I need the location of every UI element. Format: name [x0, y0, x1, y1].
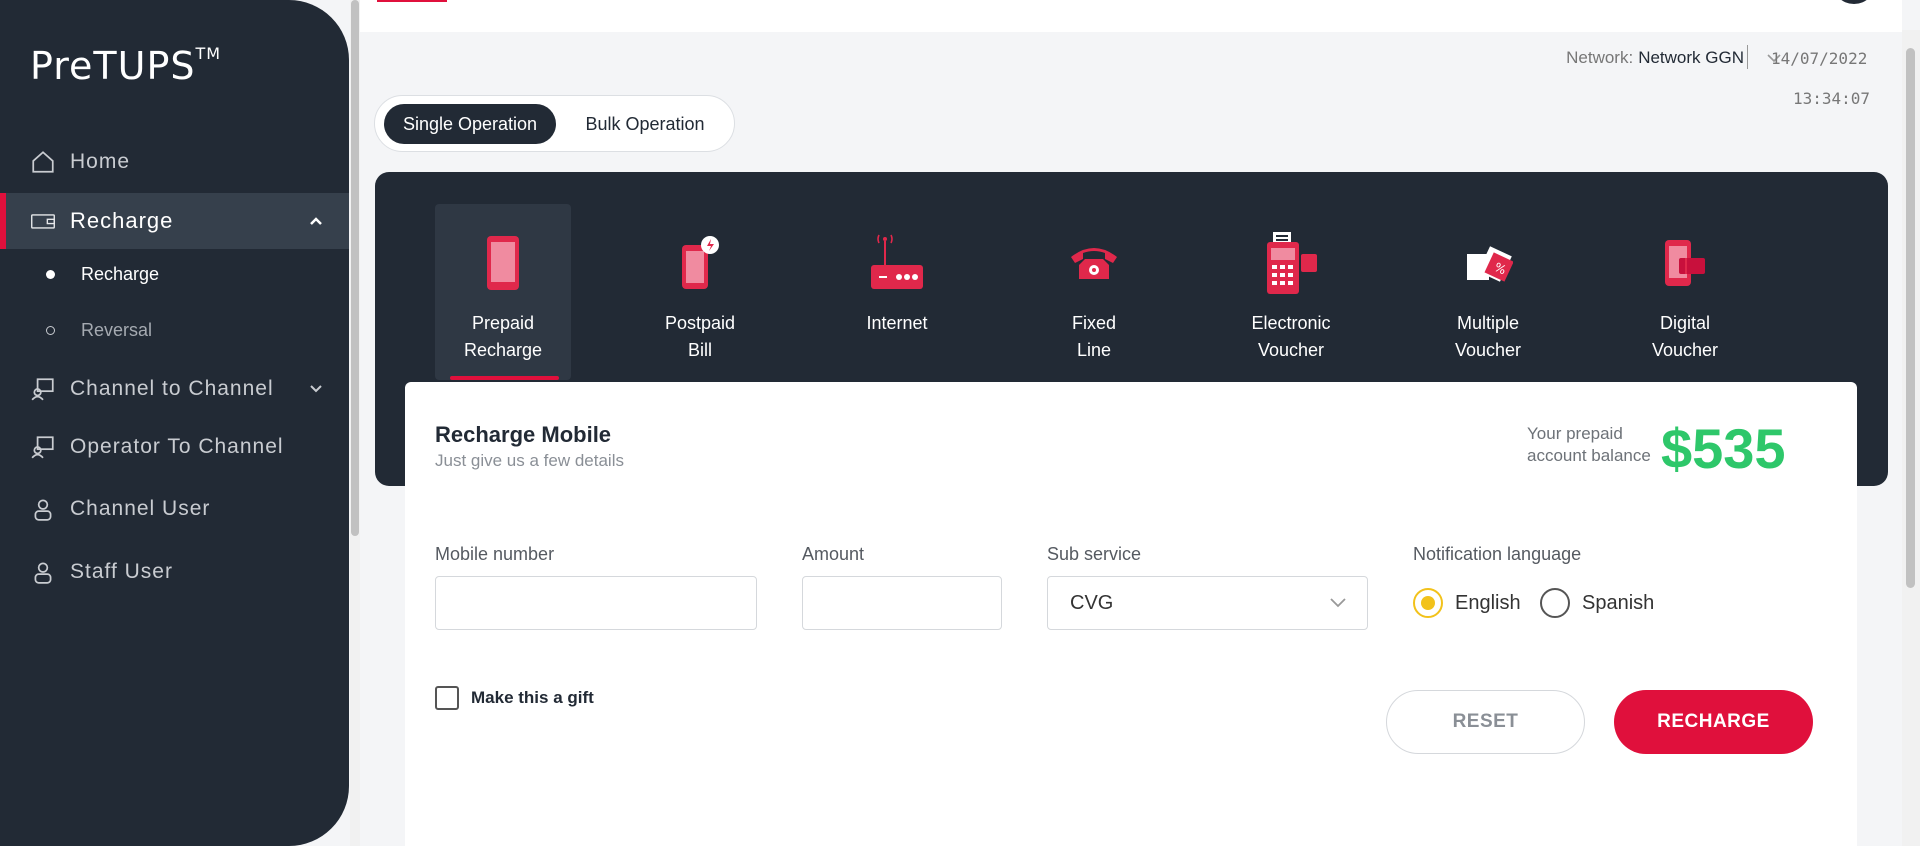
sub-service-label: Sub service — [1047, 544, 1142, 564]
radio-selected-icon — [1413, 588, 1443, 618]
sidebar-item-label: Home — [70, 150, 131, 173]
reset-button[interactable]: RESET — [1386, 690, 1585, 754]
sidebar-item-staff-user[interactable]: Staff User — [0, 545, 349, 599]
scrollbar-thumb[interactable] — [351, 0, 359, 536]
sidebar-item-label: Channel to Channel — [70, 377, 274, 400]
recharge-button[interactable]: RECHARGE — [1614, 690, 1813, 754]
chevron-down-icon[interactable] — [309, 381, 323, 397]
network-selector[interactable]: Network: Network GGN — [1566, 48, 1782, 68]
transfer-icon — [30, 376, 56, 402]
chevron-up-icon[interactable] — [309, 213, 323, 229]
radio-unselected-icon — [1540, 588, 1570, 618]
balance-value: $535 — [1661, 417, 1786, 480]
date-display: 14/07/2022 — [1771, 49, 1868, 68]
single-operation-tab[interactable]: Single Operation — [384, 104, 556, 144]
sidebar-item-operator-to-channel[interactable]: Operator To Channel — [0, 420, 349, 474]
service-internet[interactable]: Internet — [829, 204, 965, 380]
notification-language-label: Notification language — [1413, 544, 1582, 564]
transfer-icon — [30, 434, 56, 460]
wallet-icon — [30, 208, 56, 234]
checkbox-icon[interactable] — [435, 686, 459, 710]
time-display: 13:34:07 — [1793, 89, 1871, 108]
radio-spanish[interactable]: Spanish — [1540, 588, 1654, 618]
service-electronic-voucher[interactable]: Electronic Voucher — [1223, 204, 1359, 380]
submenu-label: Reversal — [81, 320, 153, 340]
sidebar: PreTUPSTM Home Recharge Recharge Reversa… — [0, 0, 349, 846]
sidebar-item-label: Operator To Channel — [70, 435, 284, 458]
page-scrollbar[interactable] — [1902, 30, 1920, 846]
amount-input[interactable] — [802, 576, 1002, 630]
vouchers-icon: % — [1420, 228, 1556, 298]
user-icon — [30, 496, 56, 522]
form-subtitle: Just give us a few details — [435, 451, 624, 470]
router-icon — [829, 228, 965, 298]
sidebar-item-channel-to-channel[interactable]: Channel to Channel — [0, 362, 349, 416]
network-label: Network: — [1566, 48, 1634, 67]
home-icon — [30, 149, 56, 175]
sidebar-scrollbar[interactable] — [350, 0, 360, 846]
mobile-number-input[interactable] — [435, 576, 757, 630]
telephone-icon — [1026, 228, 1162, 298]
service-label: Internet — [866, 313, 928, 333]
gift-label: Make this a gift — [471, 688, 594, 707]
service-fixed-line[interactable]: Fixed Line — [1026, 204, 1162, 380]
selected-dot-icon — [46, 270, 55, 279]
top-bar — [360, 0, 1902, 32]
form-title: Recharge Mobile — [435, 422, 612, 447]
mobile-number-label: Mobile number — [435, 544, 555, 564]
mobile-bill-icon — [632, 228, 768, 298]
recharge-form-card: Recharge Mobile Just give us a few detai… — [405, 382, 1857, 846]
active-underline — [450, 376, 559, 380]
divider — [1747, 45, 1748, 69]
scrollbar-thumb[interactable] — [1906, 48, 1915, 588]
service-prepaid-recharge[interactable]: Prepaid Recharge — [435, 204, 571, 380]
digital-voucher-icon — [1617, 228, 1753, 298]
sub-service-value: CVG — [1070, 591, 1114, 614]
balance-label: Your prepaid account balance — [1527, 424, 1651, 465]
user-icon — [30, 559, 56, 585]
radio-label: Spanish — [1582, 591, 1655, 614]
bulk-operation-tab[interactable]: Bulk Operation — [565, 104, 725, 144]
service-label: Fixed Line — [1071, 313, 1116, 360]
sidebar-item-label: Channel User — [70, 497, 211, 520]
mobile-phone-icon — [435, 228, 571, 298]
pos-terminal-icon — [1223, 228, 1359, 298]
service-postpaid-bill[interactable]: Postpaid Bill — [632, 204, 768, 380]
amount-label: Amount — [802, 544, 865, 564]
radio-english[interactable]: English — [1413, 588, 1521, 618]
active-indicator — [377, 0, 447, 2]
submenu-label: Recharge — [81, 264, 160, 284]
service-label: Postpaid Bill — [664, 313, 736, 360]
radio-label: English — [1455, 591, 1521, 614]
submenu-item-reversal[interactable]: Reversal — [46, 320, 152, 341]
sidebar-item-label: Recharge — [70, 208, 174, 233]
operation-toggle: Single Operation Bulk Operation — [374, 95, 735, 152]
sidebar-item-label: Staff User — [70, 560, 173, 583]
service-digital-voucher[interactable]: Digital Voucher — [1617, 204, 1753, 380]
service-label: Electronic Voucher — [1251, 313, 1331, 360]
service-label: Prepaid Recharge — [463, 313, 543, 360]
service-label: Multiple Voucher — [1454, 313, 1522, 360]
chevron-down-icon — [1329, 591, 1347, 621]
service-label: Digital Voucher — [1651, 313, 1719, 360]
sidebar-item-home[interactable]: Home — [0, 135, 349, 189]
sub-service-select[interactable]: CVG — [1047, 576, 1368, 630]
gift-checkbox[interactable]: Make this a gift — [435, 686, 594, 710]
submenu-item-recharge[interactable]: Recharge — [46, 264, 159, 285]
sidebar-item-recharge[interactable]: Recharge — [0, 193, 349, 249]
app-logo: PreTUPSTM — [30, 44, 222, 88]
unselected-dot-icon — [46, 326, 55, 335]
avatar[interactable] — [1832, 0, 1876, 4]
network-value: Network GGN — [1638, 48, 1744, 67]
sidebar-item-channel-user[interactable]: Channel User — [0, 482, 349, 536]
service-multiple-voucher[interactable]: % Multiple Voucher — [1420, 204, 1556, 380]
